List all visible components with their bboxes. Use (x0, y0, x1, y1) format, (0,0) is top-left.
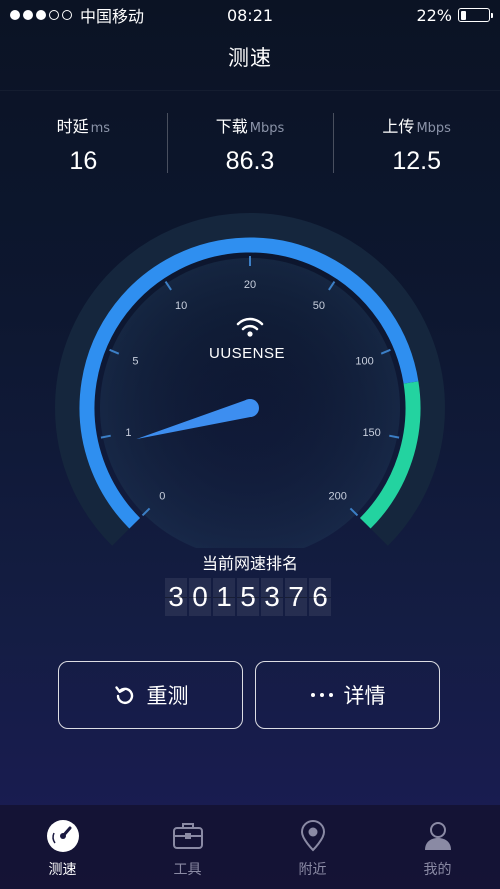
rank-digit: 7 (285, 578, 307, 616)
tab-profile[interactable]: 我的 (375, 805, 500, 889)
tab-label: 测速 (48, 862, 77, 878)
upload-label: 上传 (382, 117, 415, 136)
speed-stats: 时延 ms 16 下载 Mbps 86.3 上传 Mbps 12.5 (0, 90, 500, 182)
gauge-brand: UUSENSE (209, 345, 285, 362)
latency-unit: ms (90, 121, 111, 136)
user-icon (424, 822, 451, 850)
latency-value: 16 (69, 147, 98, 175)
speedometer-icon (46, 820, 79, 852)
needle-hub (241, 399, 259, 417)
upload-value: 12.5 (392, 147, 442, 175)
details-button[interactable]: 详情 (255, 661, 440, 729)
tab-tools[interactable]: 工具 (125, 805, 250, 889)
refresh-icon (114, 686, 133, 705)
more-dots-icon (310, 693, 333, 697)
location-pin-icon (300, 820, 325, 852)
rank-digit: 0 (189, 578, 211, 616)
latency-label: 时延 (56, 117, 89, 136)
upload-stat: 上传 Mbps 12.5 (333, 91, 500, 182)
clock: 08:21 (226, 5, 274, 25)
download-label: 下载 (215, 117, 248, 136)
rank-digit: 6 (309, 578, 331, 616)
rank-counter: 3 0 1 5 3 7 6 (165, 578, 331, 616)
rank-digit: 5 (237, 578, 259, 616)
download-stat: 下载 Mbps 86.3 (166, 91, 334, 182)
status-bar: 中国移动 08:21 22% (0, 0, 500, 30)
rank-digit: 1 (213, 578, 235, 616)
tab-speedtest[interactable]: 测速 (0, 805, 125, 889)
gauge-tick-label: 100 (355, 356, 373, 368)
rank-label: 当前网速排名 (201, 554, 298, 573)
tab-nearby[interactable]: 附近 (250, 805, 375, 889)
download-value: 86.3 (225, 147, 275, 175)
retest-button[interactable]: 重测 (58, 661, 243, 729)
rank-digit: 3 (261, 578, 283, 616)
rank-digit: 3 (165, 578, 187, 616)
gauge-tick-label: 200 (329, 491, 347, 503)
gauge-tick-label: 20 (244, 279, 256, 291)
gauge-tick-label: 10 (175, 300, 187, 312)
battery-icon (458, 8, 493, 22)
gauge-tick-label: 150 (362, 427, 380, 439)
tab-label: 工具 (173, 862, 202, 878)
gauge-tick-label: 50 (313, 300, 325, 312)
page-title: 测速 (228, 46, 272, 70)
toolbox-icon (172, 823, 203, 849)
upload-unit: Mbps (416, 121, 451, 136)
speed-gauge: 0 1 5 10 20 50 100 150 200 UUSENSE (55, 213, 445, 548)
latency-stat: 时延 ms 16 (0, 91, 167, 182)
tab-label: 我的 (423, 862, 452, 878)
gauge-tick-label: 0 (159, 491, 165, 503)
gauge-tick-label: 5 (132, 356, 138, 368)
download-unit: Mbps (249, 121, 285, 136)
retest-label: 重测 (146, 684, 189, 708)
details-label: 详情 (343, 684, 386, 708)
gauge-tick-label: 1 (125, 427, 131, 439)
tab-label: 附近 (298, 862, 327, 878)
tab-bar: 测速 工具 附近 我的 (0, 805, 500, 889)
